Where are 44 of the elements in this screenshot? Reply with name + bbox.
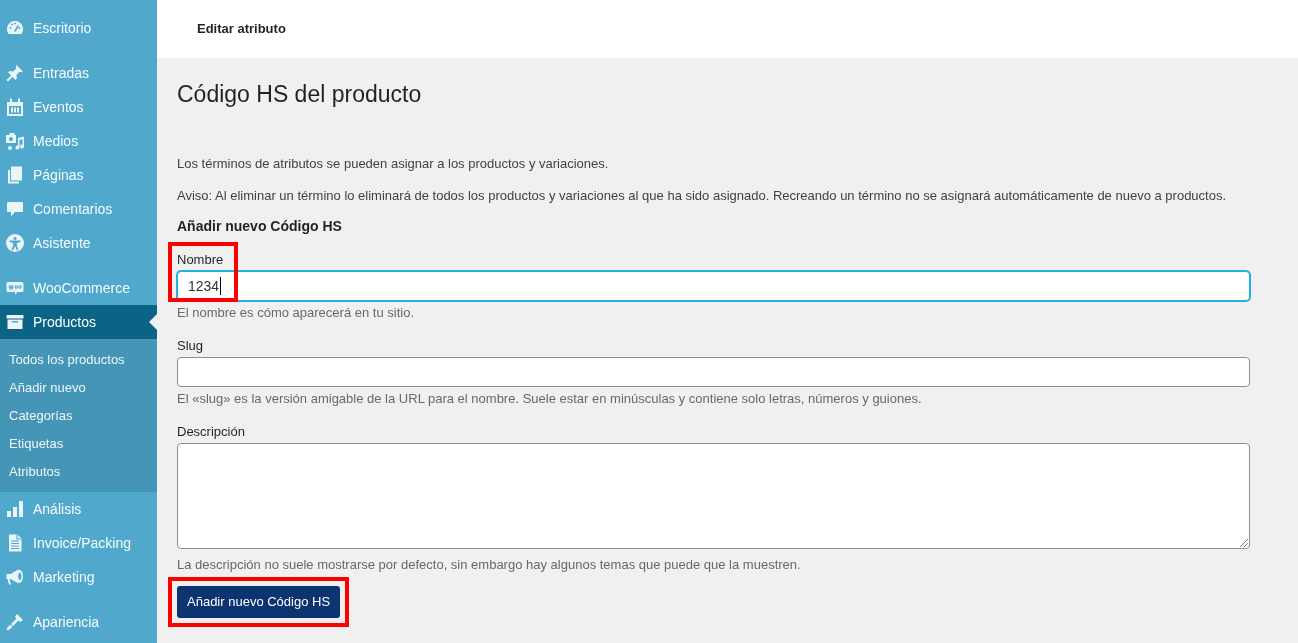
sidebar-item[interactable]: Medios (0, 124, 157, 158)
submenu-item[interactable]: Todos los productos (0, 346, 157, 374)
sidebar-item[interactable]: Productos (0, 305, 157, 339)
paintbrush-icon (5, 612, 25, 632)
sidebar-item[interactable]: WooCommerce (0, 271, 157, 305)
submenu-item[interactable]: Añadir nuevo (0, 374, 157, 402)
submenu-item[interactable]: Categorías (0, 402, 157, 430)
page-title: Código HS del producto (177, 80, 423, 109)
sidebar-item[interactable]: Entradas (0, 56, 157, 90)
pages-icon (5, 165, 25, 185)
text-input[interactable] (177, 357, 1250, 387)
sidebar-item[interactable]: Comentarios (0, 192, 157, 226)
sidebar-item[interactable]: Eventos (0, 90, 157, 124)
sidebar-item[interactable]: Marketing (0, 560, 157, 594)
submenu-item[interactable]: Atributos (0, 458, 157, 486)
add-code-button[interactable]: Añadir nuevo Código HS (177, 586, 341, 618)
sidebar-item[interactable]: Invoice/Packing (0, 526, 157, 560)
archive-box-icon (5, 312, 25, 332)
camera-music-icon (5, 131, 25, 151)
field-help-text: La descripción no suele mostrarse por defecto, sin embargo hay algunos temas que puede que la muestren. (177, 556, 802, 574)
field-label: Nombre (177, 251, 225, 269)
accessibility-icon (5, 233, 25, 253)
text-input[interactable]: 1234 (177, 271, 1250, 301)
sidebar-item[interactable]: Páginas (0, 158, 157, 192)
form-title: Añadir nuevo Código HS (177, 217, 343, 236)
megaphone-icon (5, 567, 25, 587)
field-help-text: El «slug» es la versión amigable de la URL para el nombre. Suele estar en minúsculas y contiene solo letras, números y guiones. (177, 390, 923, 408)
field-label: Slug (177, 337, 205, 355)
info-paragraph: Los términos de atributos se pueden asignar a los productos y variaciones. (177, 155, 610, 173)
sidebar-item[interactable]: Asistente (0, 226, 157, 260)
bar-chart-icon (5, 499, 25, 519)
sidebar-item[interactable]: Escritorio (0, 11, 157, 45)
sidebar-item[interactable]: Apariencia (0, 605, 157, 639)
textarea-field[interactable] (177, 443, 1250, 549)
calendar-icon (5, 97, 25, 117)
submenu-item[interactable]: Etiquetas (0, 430, 157, 458)
info-paragraph: Aviso: Al eliminar un término lo eliminará de todos los productos y variaciones al que ha sido asignado. Recreando un término no se asignará automáticamente de nuevo a productos. (177, 187, 1228, 205)
resize-grip-icon (1239, 538, 1248, 547)
sidebar-item[interactable]: Análisis (0, 492, 157, 526)
page-header-title: Editar atributo (197, 20, 286, 39)
field-help-text: El nombre es cómo aparecerá en tu sitio. (177, 304, 415, 322)
speech-bubble-icon (5, 199, 25, 219)
pushpin-icon (5, 63, 25, 83)
field-label: Descripción (177, 423, 246, 441)
